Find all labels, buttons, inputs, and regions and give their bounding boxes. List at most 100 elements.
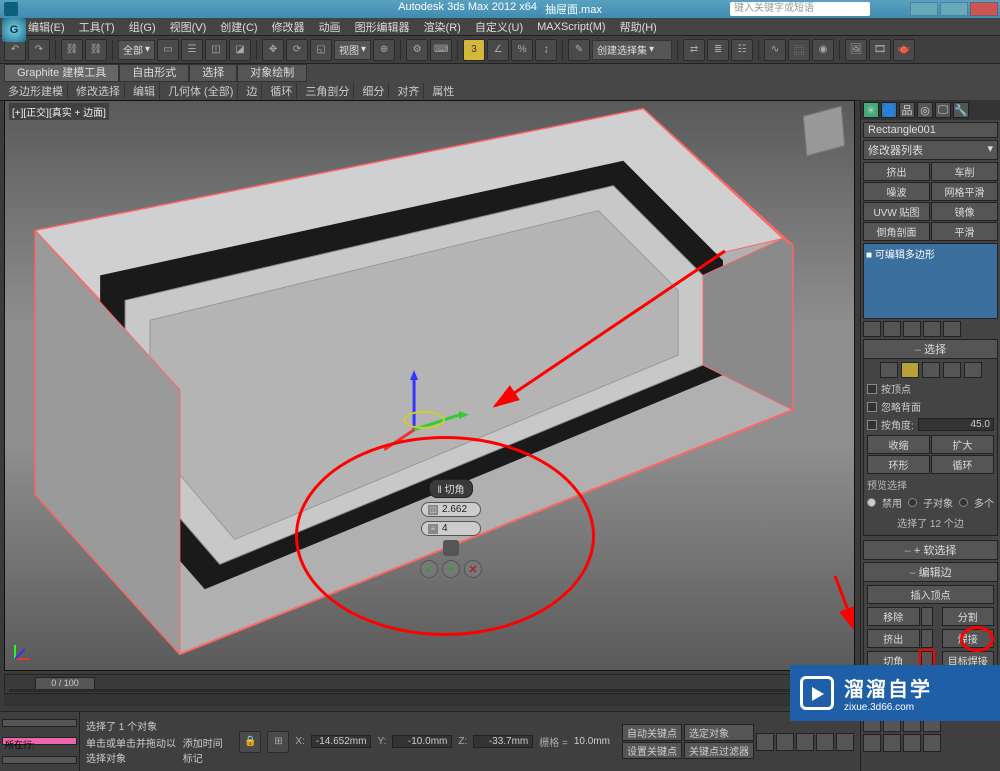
scale-button[interactable]: ◱ — [310, 39, 332, 61]
render-button[interactable]: 🫖 — [893, 39, 915, 61]
extrude-settings[interactable] — [921, 629, 933, 648]
key-sel-set[interactable]: 选定对象 — [684, 724, 754, 741]
loop-button[interactable]: 循环 — [931, 455, 994, 474]
caddy-cancel-button[interactable]: ✕ — [464, 560, 482, 578]
named-sel-set[interactable]: 创建选择集 ▾ — [592, 40, 672, 60]
tab-modify[interactable]: 🌀 — [881, 102, 897, 118]
ribbon-group-loops[interactable]: 循环 — [266, 83, 297, 99]
close-button[interactable] — [970, 2, 998, 16]
keyboard-shortcut-button[interactable]: ⌨ — [430, 39, 452, 61]
tab-hierarchy[interactable]: 品 — [899, 102, 915, 118]
percent-snap-button[interactable]: % — [511, 39, 533, 61]
pin-stack-button[interactable] — [863, 321, 881, 337]
next-frame-button[interactable] — [816, 733, 834, 751]
select-region-button[interactable]: ◫ — [205, 39, 227, 61]
abs-rel-button[interactable]: ⊞ — [267, 731, 289, 753]
ignore-backface-check[interactable] — [867, 402, 877, 412]
by-angle-value[interactable]: 45.0 — [918, 418, 994, 431]
remove-button[interactable]: 移除 — [867, 607, 920, 626]
mod-bevelprof[interactable]: 倒角剖面 — [863, 222, 930, 241]
align-button[interactable]: ≣ — [707, 39, 729, 61]
remove-settings[interactable] — [921, 607, 933, 626]
menu-create[interactable]: 创建(C) — [220, 19, 257, 35]
sub-polygon[interactable] — [943, 362, 961, 378]
ribbon-group-modsel[interactable]: 修改选择 — [72, 83, 125, 99]
mod-lathe[interactable]: 车削 — [931, 162, 998, 181]
ribbon-group-edges[interactable]: 边 — [242, 83, 262, 99]
menu-grapheditors[interactable]: 图形编辑器 — [355, 19, 410, 35]
menu-maxscript[interactable]: MAXScript(M) — [537, 21, 605, 33]
caddy-ok-button[interactable]: ✓ — [420, 560, 438, 578]
tab-display[interactable]: 🖵 — [935, 102, 951, 118]
ribbon-group-poly[interactable]: 多边形建模 — [4, 83, 68, 99]
menu-animation[interactable]: 动画 — [319, 19, 341, 35]
maximize-button[interactable] — [940, 2, 968, 16]
snap-3-button[interactable]: 3 — [463, 39, 485, 61]
curve-editor-button[interactable]: ∿ — [764, 39, 786, 61]
graphite-tab-freeform[interactable]: 自由形式 — [119, 64, 189, 82]
use-center-button[interactable]: ⊕ — [373, 39, 395, 61]
mod-extrude[interactable]: 挤出 — [863, 162, 930, 181]
coord-x[interactable]: -14.652mm — [311, 735, 372, 748]
select-object-button[interactable]: ▭ — [157, 39, 179, 61]
render-frame-button[interactable]: 🎞 — [869, 39, 891, 61]
angle-snap-button[interactable]: ∠ — [487, 39, 509, 61]
prev-frame-button[interactable] — [776, 733, 794, 751]
mirror-button[interactable]: ⇄ — [683, 39, 705, 61]
ref-coord[interactable]: 视图 ▾ — [334, 40, 371, 60]
prompt-add-time-tag[interactable]: 添加时间标记 — [183, 735, 228, 765]
ribbon-group-tri[interactable]: 三角剖分 — [301, 83, 354, 99]
rotate-button[interactable]: ⟳ — [286, 39, 308, 61]
menu-modifiers[interactable]: 修改器 — [272, 19, 305, 35]
sub-border[interactable] — [922, 362, 940, 378]
unlink-button[interactable]: ⛓ — [85, 39, 107, 61]
window-crossing-button[interactable]: ◪ — [229, 39, 251, 61]
chamfer-amount-field[interactable]: ◫ 2.662 — [421, 502, 481, 517]
modifier-list[interactable]: 修改器列表▾ — [863, 140, 998, 160]
sub-element[interactable] — [964, 362, 982, 378]
link-button[interactable]: ⛓ — [61, 39, 83, 61]
caddy-apply-button[interactable]: + — [442, 560, 460, 578]
spinner-snap-button[interactable]: ↨ — [535, 39, 557, 61]
mini-trackview[interactable]: 所在行: — [0, 712, 80, 771]
move-button[interactable]: ✥ — [262, 39, 284, 61]
menu-customize[interactable]: 自定义(U) — [475, 19, 523, 35]
tab-create[interactable]: ✳ — [863, 102, 879, 118]
configure-sets-button[interactable] — [943, 321, 961, 337]
viewport[interactable]: [+][正交][真实 + 边面] ‖ 切角 ◫ 2.662 — [4, 100, 855, 671]
chamfer-open-toggle[interactable] — [443, 540, 459, 556]
show-end-button[interactable] — [883, 321, 901, 337]
chamfer-segments-field[interactable]: ≡ 4 — [421, 521, 481, 536]
mod-noise[interactable]: 噪波 — [863, 182, 930, 201]
app-menu-button[interactable]: G — [2, 18, 26, 42]
redo-button[interactable]: ↷ — [28, 39, 50, 61]
help-search[interactable]: 键入关键字或短语 — [730, 2, 870, 16]
mod-smooth[interactable]: 平滑 — [931, 222, 998, 241]
menu-views[interactable]: 视图(V) — [170, 19, 207, 35]
extrude-button[interactable]: 挤出 — [867, 629, 920, 648]
tab-utilities[interactable]: 🔧 — [953, 102, 969, 118]
sub-vertex[interactable] — [880, 362, 898, 378]
layer-button[interactable]: ☷ — [731, 39, 753, 61]
mod-mirror[interactable]: 镜像 — [931, 202, 998, 221]
preview-multi-radio[interactable] — [959, 498, 968, 507]
menu-tools[interactable]: 工具(T) — [79, 19, 115, 35]
insert-vertex-button[interactable]: 插入顶点 — [867, 585, 994, 604]
rollout-soft-head[interactable]: + 软选择 — [863, 540, 998, 560]
shrink-button[interactable]: 收缩 — [867, 435, 930, 454]
goto-end-button[interactable] — [836, 733, 854, 751]
max-toggle-button[interactable] — [923, 734, 941, 752]
ribbon-group-subdiv[interactable]: 细分 — [358, 83, 389, 99]
menu-edit[interactable]: 编辑(E) — [28, 19, 65, 35]
fov-button[interactable] — [863, 734, 881, 752]
mod-uvw[interactable]: UVW 贴图 — [863, 202, 930, 221]
coord-z[interactable]: -33.7mm — [473, 735, 533, 748]
minimize-button[interactable] — [910, 2, 938, 16]
ring-button[interactable]: 环形 — [867, 455, 930, 474]
setkey-button[interactable]: 设置关键点 — [622, 742, 682, 759]
schematic-view-button[interactable]: ⿴ — [788, 39, 810, 61]
selection-filter[interactable]: 全部 ▾ — [118, 40, 155, 60]
remove-mod-button[interactable] — [923, 321, 941, 337]
grow-button[interactable]: 扩大 — [931, 435, 994, 454]
ribbon-group-props[interactable]: 属性 — [428, 83, 458, 99]
